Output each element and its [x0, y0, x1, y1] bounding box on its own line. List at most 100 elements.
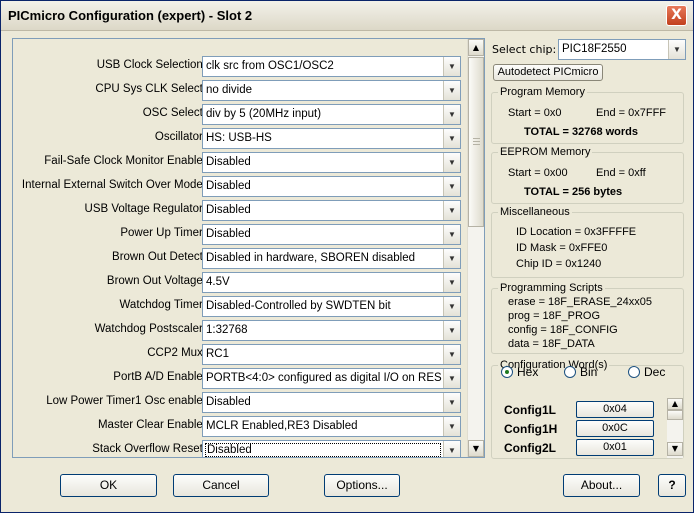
program-memory-start: Start = 0x0 [508, 107, 562, 119]
setting-select[interactable]: RC1 ▼ [202, 344, 461, 365]
scroll-up-button[interactable]: ▲ [468, 39, 484, 56]
scroll-thumb[interactable] [468, 57, 484, 227]
setting-label: Watchdog Postscaler: [94, 323, 206, 335]
setting-label: Fail-Safe Clock Monitor Enable: [44, 155, 206, 167]
chevron-down-icon[interactable]: ▼ [443, 129, 460, 148]
scroll-down-button[interactable]: ▼ [667, 442, 683, 456]
setting-select[interactable]: PORTB<4:0> configured as digital I/O on … [202, 368, 461, 389]
chevron-down-icon[interactable]: ▼ [443, 153, 460, 172]
radio-dot[interactable] [628, 366, 640, 378]
config-word-name: Config1H [504, 422, 558, 436]
chevron-down-icon[interactable]: ▼ [443, 417, 460, 436]
misc-title: Miscellaneous [498, 206, 572, 218]
options-button[interactable]: Options... [324, 474, 400, 497]
setting-value: HS: USB-HS [206, 132, 272, 144]
setting-row: USB Voltage Regulator: Disabled ▼ [13, 199, 468, 223]
setting-select[interactable]: 1:32768 ▼ [202, 320, 461, 341]
setting-select[interactable]: MCLR Enabled,RE3 Disabled ▼ [202, 416, 461, 437]
help-button[interactable]: ? [658, 474, 686, 497]
chevron-down-icon[interactable]: ▼ [668, 40, 685, 59]
setting-row: Oscillator: HS: USB-HS ▼ [13, 127, 468, 151]
radio-hex[interactable]: Hex [501, 365, 538, 379]
scroll-down-button[interactable]: ▼ [468, 440, 484, 457]
arrow-up-icon: ▲ [472, 43, 480, 52]
chevron-down-icon[interactable]: ▼ [443, 57, 460, 76]
setting-value: Disabled in hardware, SBOREN disabled [206, 252, 416, 264]
chevron-down-icon[interactable]: ▼ [443, 441, 460, 457]
chevron-down-icon[interactable]: ▼ [443, 225, 460, 244]
setting-label: Brown Out Detect: [112, 251, 206, 263]
setting-row: Watchdog Timer: Disabled-Controlled by SW… [13, 295, 468, 319]
setting-select[interactable]: div by 5 (20MHz input) ▼ [202, 104, 461, 125]
script-config: config = 18F_CONFIG [508, 324, 618, 336]
close-button[interactable]: X [666, 5, 687, 26]
chevron-down-icon[interactable]: ▼ [443, 273, 460, 292]
settings-scrollbar[interactable]: ▲ ▼ [467, 39, 484, 457]
setting-row: Brown Out Detect: Disabled in hardware, S… [13, 247, 468, 271]
config-word-value[interactable]: 0x0C [576, 420, 654, 437]
setting-value: Disabled [206, 396, 251, 408]
setting-select[interactable]: Disabled ▼ [202, 152, 461, 173]
chip-select[interactable]: PIC18F2550 ▼ [558, 39, 686, 60]
chevron-down-icon[interactable]: ▼ [443, 393, 460, 412]
chevron-down-icon[interactable]: ▼ [443, 321, 460, 340]
setting-value: MCLR Enabled,RE3 Disabled [206, 420, 358, 432]
chevron-down-icon[interactable]: ▼ [443, 345, 460, 364]
cancel-button[interactable]: Cancel [173, 474, 269, 497]
settings-list: USB Clock Selection: clk src from OSC1/OS… [13, 55, 468, 457]
setting-label: Power Up Timer: [120, 227, 206, 239]
misc-group: Miscellaneous ID Location = 0x3FFFFE ID … [491, 206, 684, 278]
config-word-value[interactable]: 0x01 [576, 439, 654, 456]
setting-select[interactable]: Disabled ▼ [202, 392, 461, 413]
setting-value: Disabled [206, 156, 251, 168]
setting-select[interactable]: Disabled ▼ [202, 200, 461, 221]
chip-label: Select chip: [492, 43, 557, 56]
setting-select[interactable]: Disabled ▼ [202, 224, 461, 245]
chevron-down-icon[interactable]: ▼ [443, 249, 460, 268]
setting-value: Disabled-Controlled by SWDTEN bit [206, 300, 391, 312]
radio-dec[interactable]: Dec [628, 365, 665, 379]
setting-select[interactable]: Disabled ▼ [202, 176, 461, 197]
setting-label: USB Voltage Regulator: [84, 203, 206, 215]
radio-dot[interactable] [501, 366, 513, 378]
setting-value: Disabled [206, 180, 251, 192]
setting-label: PortB A/D Enable: [113, 371, 206, 383]
setting-select[interactable]: Disabled ▼ [202, 440, 461, 457]
scroll-thumb[interactable] [667, 410, 683, 420]
setting-select[interactable]: HS: USB-HS ▼ [202, 128, 461, 149]
chevron-down-icon[interactable]: ▼ [443, 297, 460, 316]
config-words-scrollbar[interactable]: ▲ ▼ [667, 398, 683, 458]
program-memory-group: Program Memory Start = 0x0 End = 0x7FFF … [491, 86, 684, 144]
setting-label: Brown Out Voltage: [106, 275, 206, 287]
setting-row: Master Clear Enable: MCLR Enabled,RE3 Dis… [13, 415, 468, 439]
radio-dot[interactable] [564, 366, 576, 378]
chevron-down-icon[interactable]: ▼ [443, 201, 460, 220]
setting-label: CPU Sys CLK Select: [95, 83, 206, 95]
about-button[interactable]: About... [563, 474, 640, 497]
chevron-down-icon[interactable]: ▼ [443, 105, 460, 124]
config-word-value[interactable]: 0x04 [576, 401, 654, 418]
autodetect-button[interactable]: Autodetect PICmicro [493, 64, 603, 81]
id-location: ID Location = 0x3FFFFE [516, 226, 637, 238]
setting-select[interactable]: Disabled in hardware, SBOREN disabled ▼ [202, 248, 461, 269]
radio-dec-label: Dec [644, 365, 666, 379]
setting-value: clk src from OSC1/OSC2 [206, 60, 334, 72]
chevron-down-icon[interactable]: ▼ [443, 177, 460, 196]
setting-select[interactable]: Disabled-Controlled by SWDTEN bit ▼ [202, 296, 461, 317]
setting-select[interactable]: no divide ▼ [202, 80, 461, 101]
chevron-down-icon[interactable]: ▼ [443, 369, 460, 388]
setting-row: OSC Select: div by 5 (20MHz input) ▼ [13, 103, 468, 127]
arrow-up-icon: ▲ [671, 399, 679, 408]
scroll-up-button[interactable]: ▲ [667, 398, 683, 410]
setting-row: CPU Sys CLK Select: no divide ▼ [13, 79, 468, 103]
ok-button[interactable]: OK [60, 474, 157, 497]
eeprom-memory-total: TOTAL = 256 bytes [524, 186, 623, 198]
radio-bin[interactable]: Bin [564, 365, 597, 379]
setting-row: CCP2 Mux: RC1 ▼ [13, 343, 468, 367]
program-memory-title: Program Memory [498, 86, 587, 98]
chevron-down-icon[interactable]: ▼ [443, 81, 460, 100]
setting-row: Watchdog Postscaler: 1:32768 ▼ [13, 319, 468, 343]
setting-select[interactable]: 4.5V ▼ [202, 272, 461, 293]
setting-select[interactable]: clk src from OSC1/OSC2 ▼ [202, 56, 461, 77]
setting-row: PortB A/D Enable: PORTB<4:0> configured a… [13, 367, 468, 391]
